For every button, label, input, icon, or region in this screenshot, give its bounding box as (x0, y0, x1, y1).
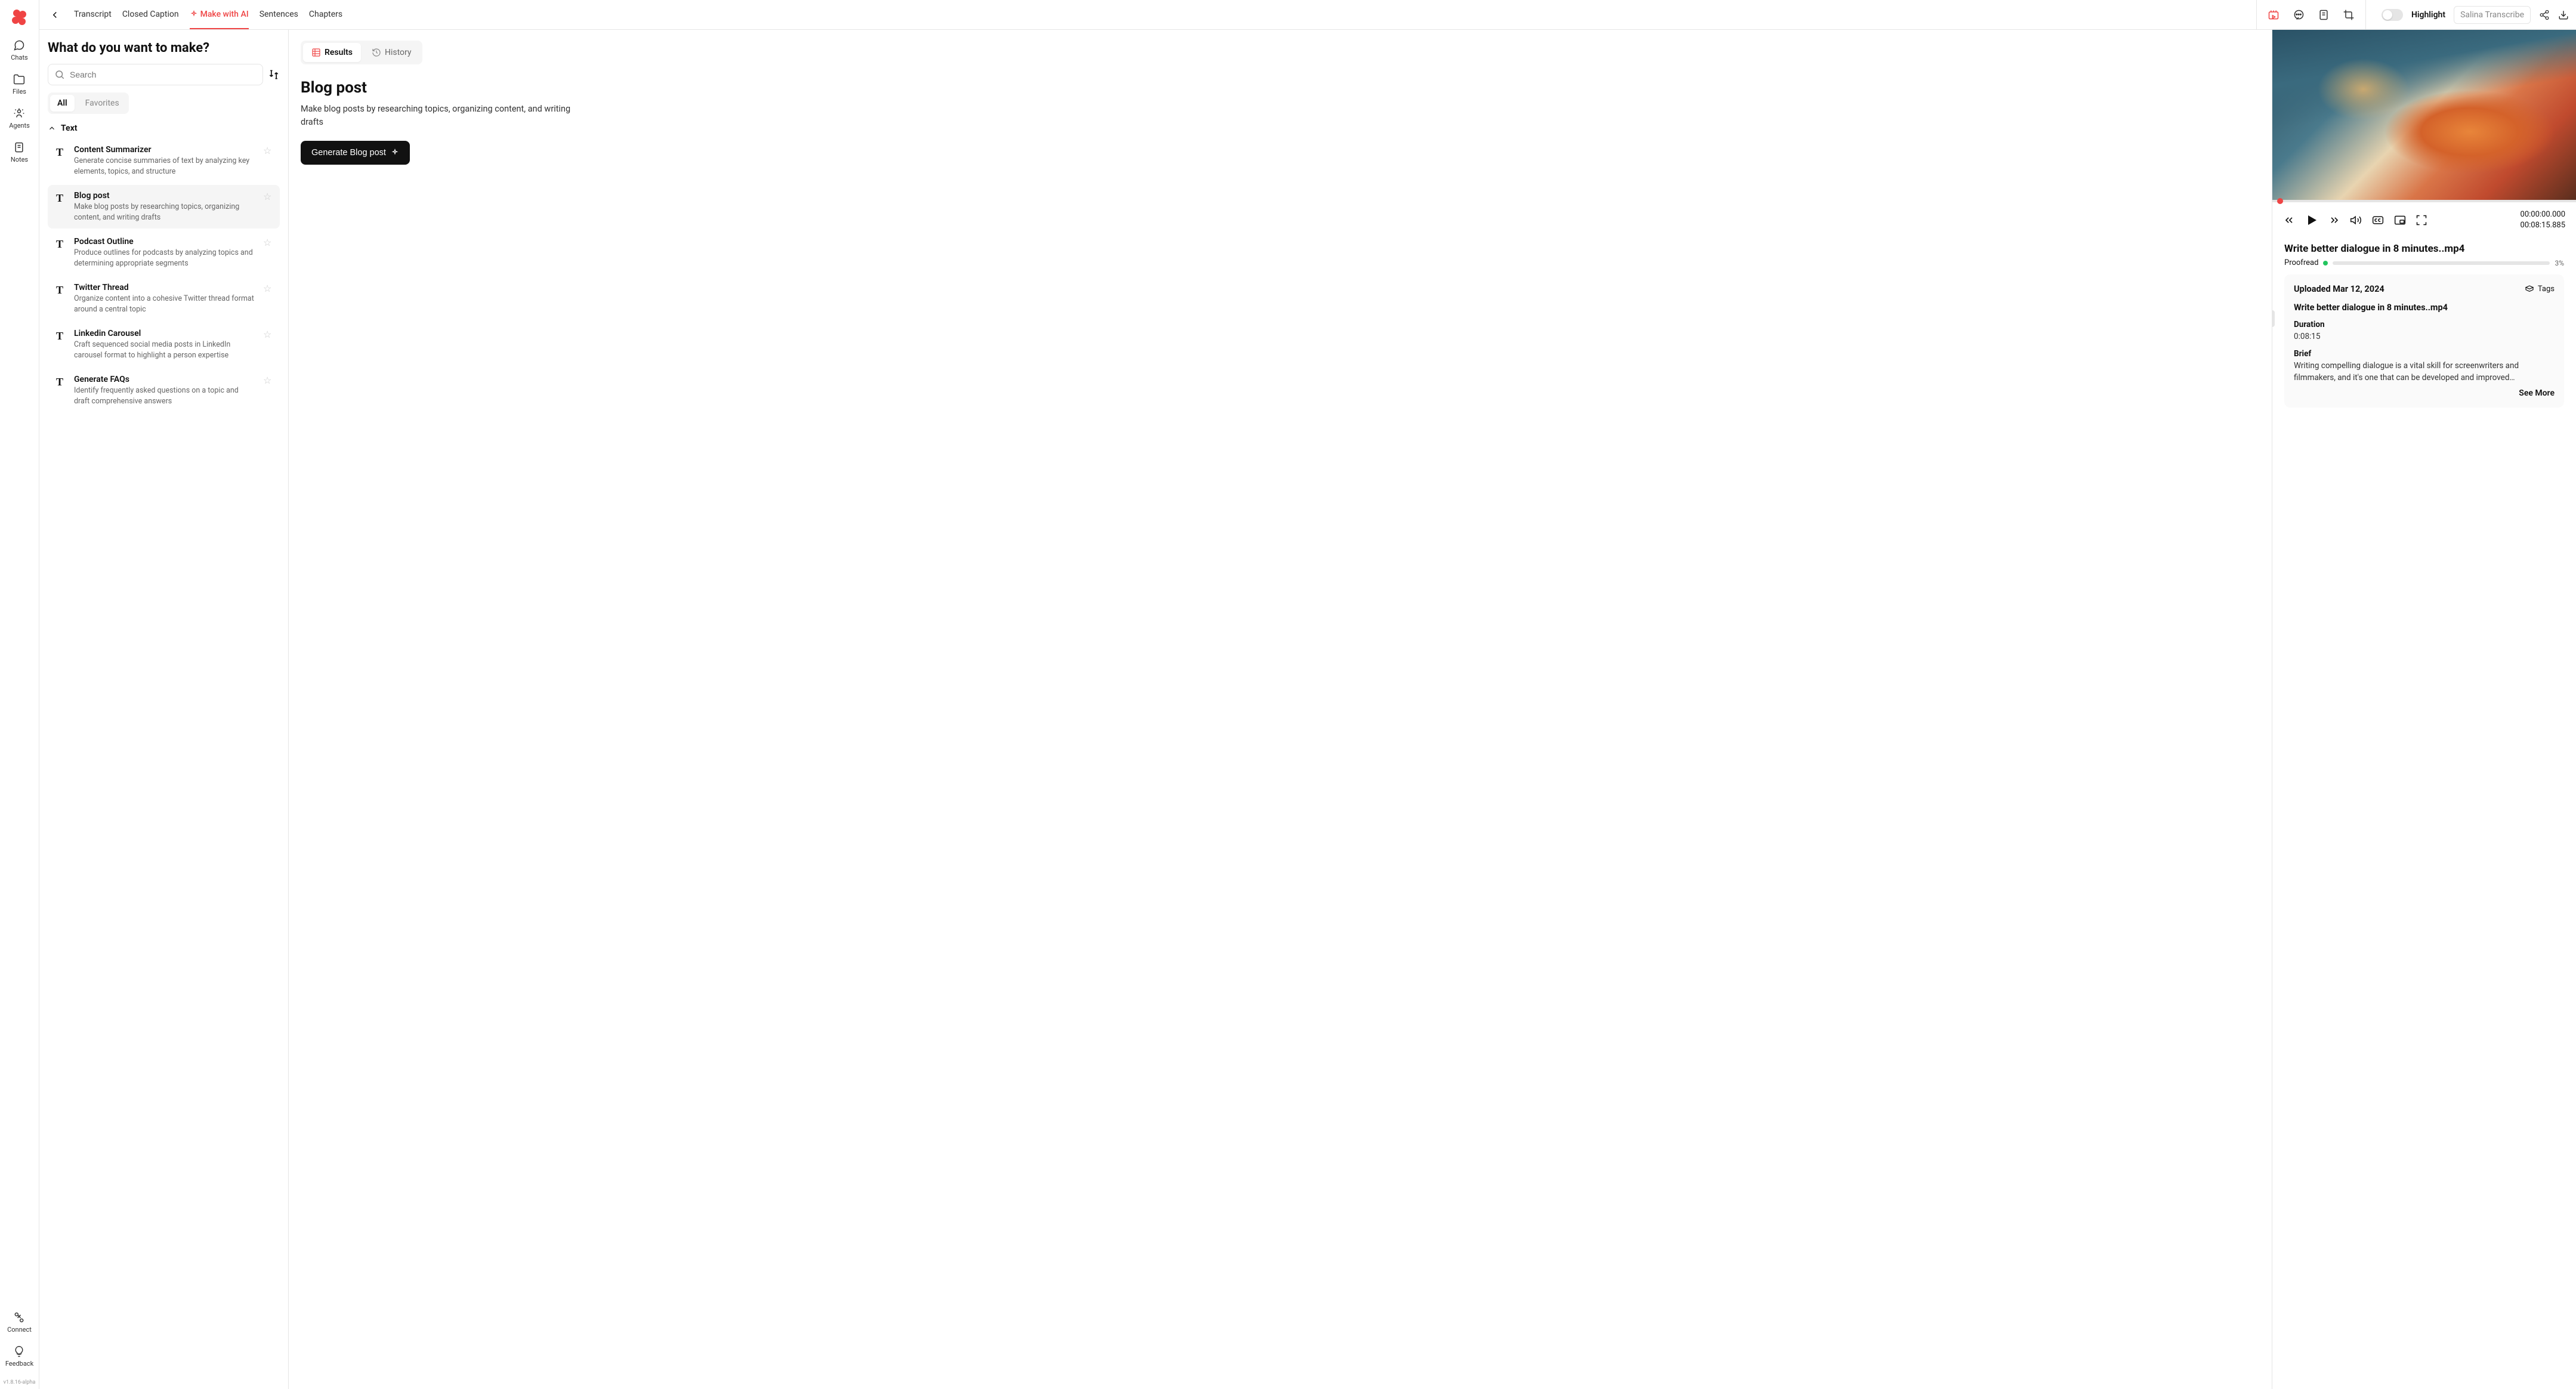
favorite-star[interactable]: ☆ (263, 375, 275, 406)
favorite-star[interactable]: ☆ (263, 191, 275, 223)
text-icon: T (52, 146, 67, 177)
volume-button[interactable] (2350, 214, 2362, 226)
tag-icon (2525, 285, 2534, 294)
rail-chats[interactable]: Chats (11, 39, 27, 61)
text-icon: T (52, 330, 67, 360)
template-panel: What do you want to make? All Favorites (39, 30, 289, 1389)
time-current: 00:00:00.000 (2521, 209, 2565, 220)
tab-transcript[interactable]: Transcript (74, 0, 112, 29)
favorite-star[interactable]: ☆ (263, 329, 275, 360)
video-title: Write better dialogue in 8 minutes..mp4 (2272, 238, 2576, 258)
text-icon: T (52, 192, 67, 223)
rail-files-label: Files (13, 88, 26, 95)
uploaded-date: Uploaded Mar 12, 2024 (2294, 284, 2385, 294)
rail-agents-label: Agents (9, 122, 30, 129)
play-button[interactable] (2305, 213, 2319, 227)
file-name: Write better dialogue in 8 minutes..mp4 (2294, 303, 2555, 313)
app-logo[interactable] (10, 7, 30, 27)
note-icon[interactable] (2318, 9, 2330, 21)
video-panel: 00:00:00.000 00:08:15.885 Write better d… (2272, 30, 2576, 1389)
rail-chats-label: Chats (11, 54, 27, 61)
rewind-button[interactable] (2283, 214, 2295, 226)
tab-make-with-ai[interactable]: Make with AI (190, 0, 249, 29)
search-input[interactable] (70, 70, 257, 79)
filter-favorites[interactable]: Favorites (78, 95, 126, 112)
pip-button[interactable] (2394, 214, 2406, 226)
duration-value: 0:08:15 (2294, 331, 2555, 342)
chevron-up-icon (48, 124, 56, 132)
tab-chapters[interactable]: Chapters (309, 0, 342, 29)
result-title: Blog post (301, 79, 2260, 97)
left-rail: Chats Files Agents Notes Connect Feedbac… (0, 0, 39, 1389)
search-icon (54, 69, 65, 80)
tab-closed-caption[interactable]: Closed Caption (122, 0, 179, 29)
sparkle-icon (190, 10, 198, 18)
proofread-label: Proofread (2284, 258, 2318, 267)
brief-label: Brief (2294, 349, 2555, 359)
rail-files[interactable]: Files (13, 73, 26, 95)
segment-history[interactable]: History (363, 43, 420, 62)
template-podcast-outline[interactable]: T Podcast Outline Produce outlines for p… (48, 231, 280, 274)
resize-handle[interactable] (2272, 310, 2275, 327)
crop-icon[interactable] (2343, 9, 2355, 21)
favorite-star[interactable]: ☆ (263, 237, 275, 268)
highlight-label: Highlight (2411, 10, 2445, 20)
duration-label: Duration (2294, 320, 2555, 329)
status-dot-icon (2323, 261, 2328, 266)
comment-icon[interactable] (2293, 9, 2305, 21)
template-content-summarizer[interactable]: T Content Summarizer Generate concise su… (48, 139, 280, 183)
text-icon: T (52, 284, 67, 314)
video-clip-icon[interactable] (2268, 9, 2280, 21)
sparkle-icon (391, 149, 399, 157)
generate-button[interactable]: Generate Blog post (301, 141, 410, 165)
grid-icon (311, 48, 321, 57)
version-label: v1.8.16-alpha (4, 1379, 36, 1385)
rail-connect-label: Connect (7, 1326, 32, 1334)
section-text-toggle[interactable]: Text (48, 124, 280, 133)
result-panel: Results History Blog post Make blog post… (289, 30, 2272, 1389)
forward-button[interactable] (2328, 214, 2340, 226)
proofread-percent: 3% (2555, 259, 2564, 267)
rail-notes[interactable]: Notes (11, 141, 28, 163)
rail-notes-label: Notes (11, 156, 28, 163)
brief-value: Writing compelling dialogue is a vital s… (2294, 360, 2555, 384)
text-icon: T (52, 238, 67, 268)
captions-button[interactable] (2371, 214, 2385, 226)
template-blog-post[interactable]: T Blog post Make blog posts by researchi… (48, 185, 280, 229)
proofread-progress[interactable] (2333, 261, 2550, 265)
result-description: Make blog posts by researching topics, o… (301, 103, 587, 129)
back-button[interactable] (47, 7, 63, 23)
video-progress[interactable] (2272, 200, 2576, 202)
see-more-button[interactable]: See More (2294, 388, 2555, 398)
sort-button[interactable] (268, 69, 280, 81)
tab-sentences[interactable]: Sentences (260, 0, 298, 29)
template-linkedin-carousel[interactable]: T Linkedin Carousel Craft sequenced soci… (48, 323, 280, 366)
time-total: 00:08:15.885 (2521, 220, 2565, 231)
favorite-star[interactable]: ☆ (263, 145, 275, 177)
text-icon: T (52, 376, 67, 406)
rail-agents[interactable]: Agents (9, 107, 30, 129)
metadata-card: Uploaded Mar 12, 2024 Tags Write better … (2284, 274, 2564, 408)
download-icon[interactable] (2558, 10, 2569, 20)
rail-feedback-label: Feedback (5, 1360, 33, 1368)
tags-button[interactable]: Tags (2525, 285, 2555, 294)
favorite-star[interactable]: ☆ (263, 283, 275, 314)
panel-heading: What do you want to make? (48, 41, 280, 55)
segment-results[interactable]: Results (303, 43, 361, 62)
top-bar: Transcript Closed Caption Make with AI S… (39, 0, 2576, 30)
search-input-wrapper[interactable] (48, 64, 263, 85)
fullscreen-button[interactable] (2416, 214, 2427, 226)
rail-connect[interactable]: Connect (7, 1311, 32, 1334)
rail-feedback[interactable]: Feedback (5, 1345, 33, 1368)
highlight-toggle[interactable] (2382, 9, 2403, 21)
history-icon (372, 48, 381, 57)
transcribe-selector[interactable]: Salina Transcribe (2454, 6, 2531, 24)
share-icon[interactable] (2539, 10, 2550, 20)
template-generate-faqs[interactable]: T Generate FAQs Identify frequently aske… (48, 369, 280, 412)
template-twitter-thread[interactable]: T Twitter Thread Organize content into a… (48, 277, 280, 320)
progress-playhead[interactable] (2277, 198, 2283, 204)
video-thumbnail[interactable] (2272, 30, 2576, 200)
filter-all[interactable]: All (50, 95, 75, 112)
